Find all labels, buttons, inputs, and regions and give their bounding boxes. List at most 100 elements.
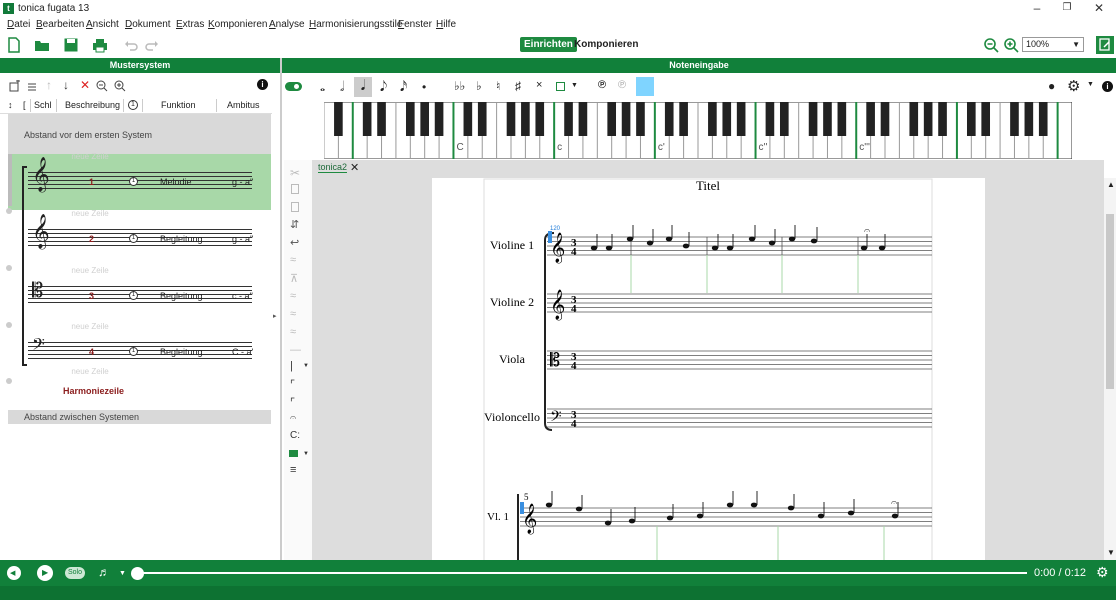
treble-clef-icon[interactable]: 𝄞	[32, 160, 50, 190]
mouse-icon[interactable]: ●	[1048, 79, 1055, 93]
rewind-button[interactable]: ◀	[7, 566, 21, 580]
row-handle-dot[interactable]	[6, 208, 12, 214]
document-tab[interactable]: tonica2	[318, 162, 348, 173]
layout-icon[interactable]	[289, 450, 298, 457]
black-key[interactable]	[736, 102, 746, 136]
black-key[interactable]	[808, 102, 818, 136]
volta2-icon[interactable]: ⌜	[290, 396, 295, 409]
black-key[interactable]	[1010, 102, 1019, 136]
black-key[interactable]	[765, 102, 775, 136]
whole-note-icon[interactable]: 𝅝	[320, 79, 325, 95]
menu-harmonisierungsstile[interactable]: Harmonisierungsstile	[309, 19, 402, 30]
note-head[interactable]	[847, 510, 855, 516]
black-key[interactable]	[578, 102, 588, 136]
row-handle-dot[interactable]	[6, 378, 12, 384]
timeline-handle[interactable]	[131, 567, 144, 580]
menu-hilfe[interactable]: Hilfe	[436, 19, 456, 30]
note-head[interactable]	[666, 515, 674, 521]
black-key[interactable]	[779, 102, 789, 136]
black-key[interactable]	[564, 102, 573, 136]
alto-clef-icon[interactable]: 𝄡	[32, 281, 43, 301]
note-head[interactable]	[605, 245, 613, 251]
row-range[interactable]: c - a''	[232, 291, 253, 301]
restore-button[interactable]: ❐	[1052, 1, 1082, 16]
note-head[interactable]	[787, 505, 795, 511]
play-button[interactable]: ▶	[37, 565, 53, 581]
row-info-icon[interactable]: 1	[129, 234, 138, 243]
fermata-icon[interactable]: 𝄐	[290, 412, 296, 425]
sharp-icon[interactable]: ♯	[515, 79, 521, 93]
row-function[interactable]: Begleitung	[160, 347, 203, 357]
gear-icon[interactable]: ⚙	[1067, 77, 1080, 95]
chevron-down-icon[interactable]: ▼	[303, 451, 309, 457]
tool-icon[interactable]: ≈	[290, 326, 296, 338]
row-info-icon[interactable]: 1	[129, 291, 138, 300]
black-key[interactable]	[362, 102, 372, 136]
black-key[interactable]	[420, 102, 430, 136]
black-key[interactable]	[636, 102, 645, 136]
solo-button[interactable]: Solo	[65, 567, 85, 579]
row-range[interactable]: g - a''	[232, 177, 253, 187]
black-key[interactable]	[377, 102, 386, 136]
tool-icon[interactable]: ≈	[290, 290, 296, 302]
zoom-in-icon[interactable]	[1003, 37, 1019, 53]
quarter-note-icon[interactable]: 𝅘𝅥	[354, 77, 372, 97]
timeline-track[interactable]	[137, 572, 1027, 574]
chevron-down-icon[interactable]: ▼	[571, 82, 578, 89]
menu-fenster[interactable]: Fenster	[398, 19, 432, 30]
scroll-thumb[interactable]	[1106, 214, 1114, 389]
note-head[interactable]	[590, 245, 598, 251]
playback-settings-icon[interactable]: ⚙	[1096, 564, 1109, 581]
black-key[interactable]	[506, 102, 516, 136]
black-key[interactable]	[837, 102, 847, 136]
black-key[interactable]	[1038, 102, 1048, 136]
row-info-icon[interactable]: 1	[129, 177, 138, 186]
black-key[interactable]	[823, 102, 832, 136]
double-flat-icon[interactable]: ♭♭	[454, 79, 465, 93]
note-head[interactable]	[878, 245, 886, 251]
panel-splitter[interactable]	[280, 58, 282, 560]
black-key[interactable]	[966, 102, 976, 136]
row-function[interactable]: Begleitung	[160, 234, 203, 244]
tool-icon[interactable]: ⊼	[290, 272, 298, 285]
black-key[interactable]	[938, 102, 947, 136]
double-sharp-icon[interactable]: ×	[536, 79, 542, 91]
note-head[interactable]	[665, 236, 673, 242]
sound-icon[interactable]: ♬	[98, 565, 110, 579]
rest-alt-icon[interactable]: ℗	[618, 79, 626, 91]
black-key[interactable]	[405, 102, 415, 136]
note-head[interactable]	[604, 520, 612, 526]
black-key[interactable]	[880, 102, 890, 136]
new-row-placeholder[interactable]: neue Zeile	[20, 322, 160, 331]
black-key[interactable]	[334, 102, 343, 136]
insert-mode-icon[interactable]	[636, 77, 654, 96]
key-change-icon[interactable]: C:	[290, 430, 300, 441]
note-head[interactable]	[726, 502, 734, 508]
note-head[interactable]	[545, 502, 553, 508]
mode-compose-button[interactable]: Komponieren	[574, 37, 638, 52]
row-function[interactable]: Begleitung	[160, 291, 203, 301]
menu-lines-icon[interactable]: ≡	[290, 464, 296, 476]
black-key[interactable]	[521, 102, 530, 136]
black-key[interactable]	[434, 102, 444, 136]
note-head[interactable]	[860, 245, 868, 251]
cut-icon[interactable]: ✂	[290, 166, 300, 180]
note-head[interactable]	[810, 238, 818, 244]
close-tab-icon[interactable]: ✕	[350, 161, 359, 174]
chevron-down-icon[interactable]: ▼	[303, 363, 309, 369]
export-icon[interactable]	[1095, 35, 1115, 55]
row-info-icon[interactable]: 1	[129, 347, 138, 356]
black-key[interactable]	[981, 102, 991, 136]
natural-icon[interactable]: ♮	[496, 79, 500, 93]
note-head[interactable]	[682, 243, 690, 249]
note-head[interactable]	[646, 240, 654, 246]
note-head[interactable]	[768, 240, 776, 246]
tool-icon[interactable]: ≈	[290, 308, 296, 320]
note-head[interactable]	[817, 513, 825, 519]
bass-clef-icon[interactable]: 𝄢	[32, 337, 45, 357]
note-head[interactable]	[726, 245, 734, 251]
black-key[interactable]	[722, 102, 732, 136]
volta1-icon[interactable]: ⌜	[290, 378, 295, 391]
note-head[interactable]	[750, 502, 758, 508]
dot-icon[interactable]: •	[422, 80, 426, 94]
